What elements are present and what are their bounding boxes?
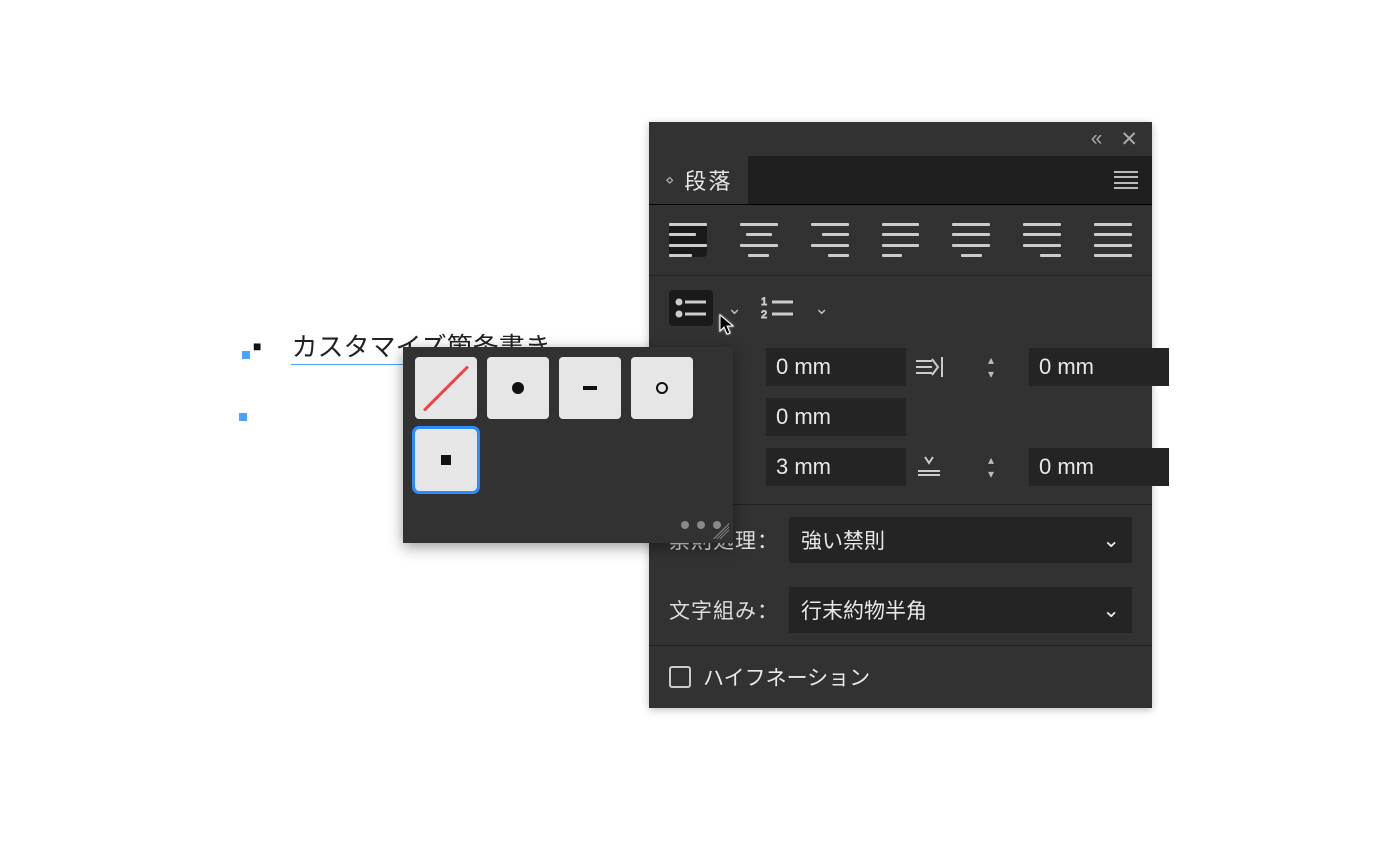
right-indent-stepper[interactable]: ▴▾ <box>988 350 1010 384</box>
align-center-button[interactable] <box>740 223 778 257</box>
mojikumi-select[interactable]: 行末約物半角 ⌄ <box>789 587 1132 633</box>
panel-menu-icon[interactable] <box>1114 171 1138 189</box>
svg-text:2: 2 <box>761 309 767 321</box>
justify-last-center-button[interactable] <box>952 223 990 257</box>
hyphenation-label: ハイフネーション <box>703 662 870 692</box>
numbered-list-options-chevron-icon[interactable]: ⌄ <box>814 298 829 319</box>
bullet-option-circle[interactable] <box>631 357 693 419</box>
text-handle[interactable] <box>239 413 247 421</box>
panel-tab-paragraph[interactable]: ⋄ 段落 <box>649 156 748 204</box>
chevron-down-icon: ⌄ <box>1102 528 1120 553</box>
left-indent-field[interactable]: 0 mm <box>766 348 906 386</box>
right-indent-icon <box>912 353 946 381</box>
space-before-field[interactable]: 3 mm <box>766 448 906 486</box>
list-type-row: ⌄ 12 ⌄ <box>649 276 1152 336</box>
bulleted-list-button[interactable] <box>669 290 713 326</box>
svg-text:1: 1 <box>761 296 767 308</box>
bullet-option-disc[interactable] <box>487 357 549 419</box>
bullet-option-none[interactable] <box>415 357 477 419</box>
mojikumi-value: 行末約物半角 <box>801 595 927 625</box>
panel-window-controls: « ✕ <box>649 122 1152 156</box>
flyout-pager[interactable] <box>415 521 721 529</box>
bullet-option-dash[interactable] <box>559 357 621 419</box>
mojikumi-label: 文字組み： <box>669 595 779 625</box>
justify-last-left-button[interactable] <box>882 223 920 257</box>
panel-title: 段落 <box>684 164 732 196</box>
collapse-icon[interactable]: « <box>1091 127 1103 151</box>
bullet-option-square[interactable] <box>415 429 477 491</box>
space-after-icon <box>912 453 946 481</box>
bullet-style-flyout <box>403 347 733 543</box>
mojikumi-row: 文字組み： 行末約物半角 ⌄ <box>649 575 1152 645</box>
panel-tabbar: ⋄ 段落 <box>649 156 1152 205</box>
align-right-button[interactable] <box>811 223 849 257</box>
alignment-row <box>649 205 1152 276</box>
bulleted-list-options-chevron-icon[interactable]: ⌄ <box>727 298 742 319</box>
space-after-field[interactable]: 0 mm <box>1029 448 1169 486</box>
hyphenation-checkbox[interactable] <box>669 666 691 688</box>
kinsoku-select[interactable]: 強い禁則 ⌄ <box>789 517 1132 563</box>
kinsoku-value: 強い禁則 <box>801 525 885 555</box>
close-icon[interactable]: ✕ <box>1120 127 1138 152</box>
justify-all-button[interactable] <box>1094 223 1132 257</box>
resize-grip-icon[interactable] <box>713 523 729 539</box>
first-line-indent-field[interactable]: 0 mm <box>766 398 906 436</box>
justify-last-right-button[interactable] <box>1023 223 1061 257</box>
align-left-button[interactable] <box>669 223 707 257</box>
right-indent-field[interactable]: 0 mm <box>1029 348 1169 386</box>
hyphenation-row: ハイフネーション <box>649 645 1152 708</box>
tab-drag-icon: ⋄ <box>665 173 674 188</box>
bullet-glyph: ■ <box>253 338 261 354</box>
text-handle[interactable] <box>242 351 250 359</box>
chevron-down-icon: ⌄ <box>1102 598 1120 623</box>
space-after-stepper[interactable]: ▴▾ <box>988 450 1010 484</box>
numbered-list-button[interactable]: 12 <box>756 290 800 326</box>
